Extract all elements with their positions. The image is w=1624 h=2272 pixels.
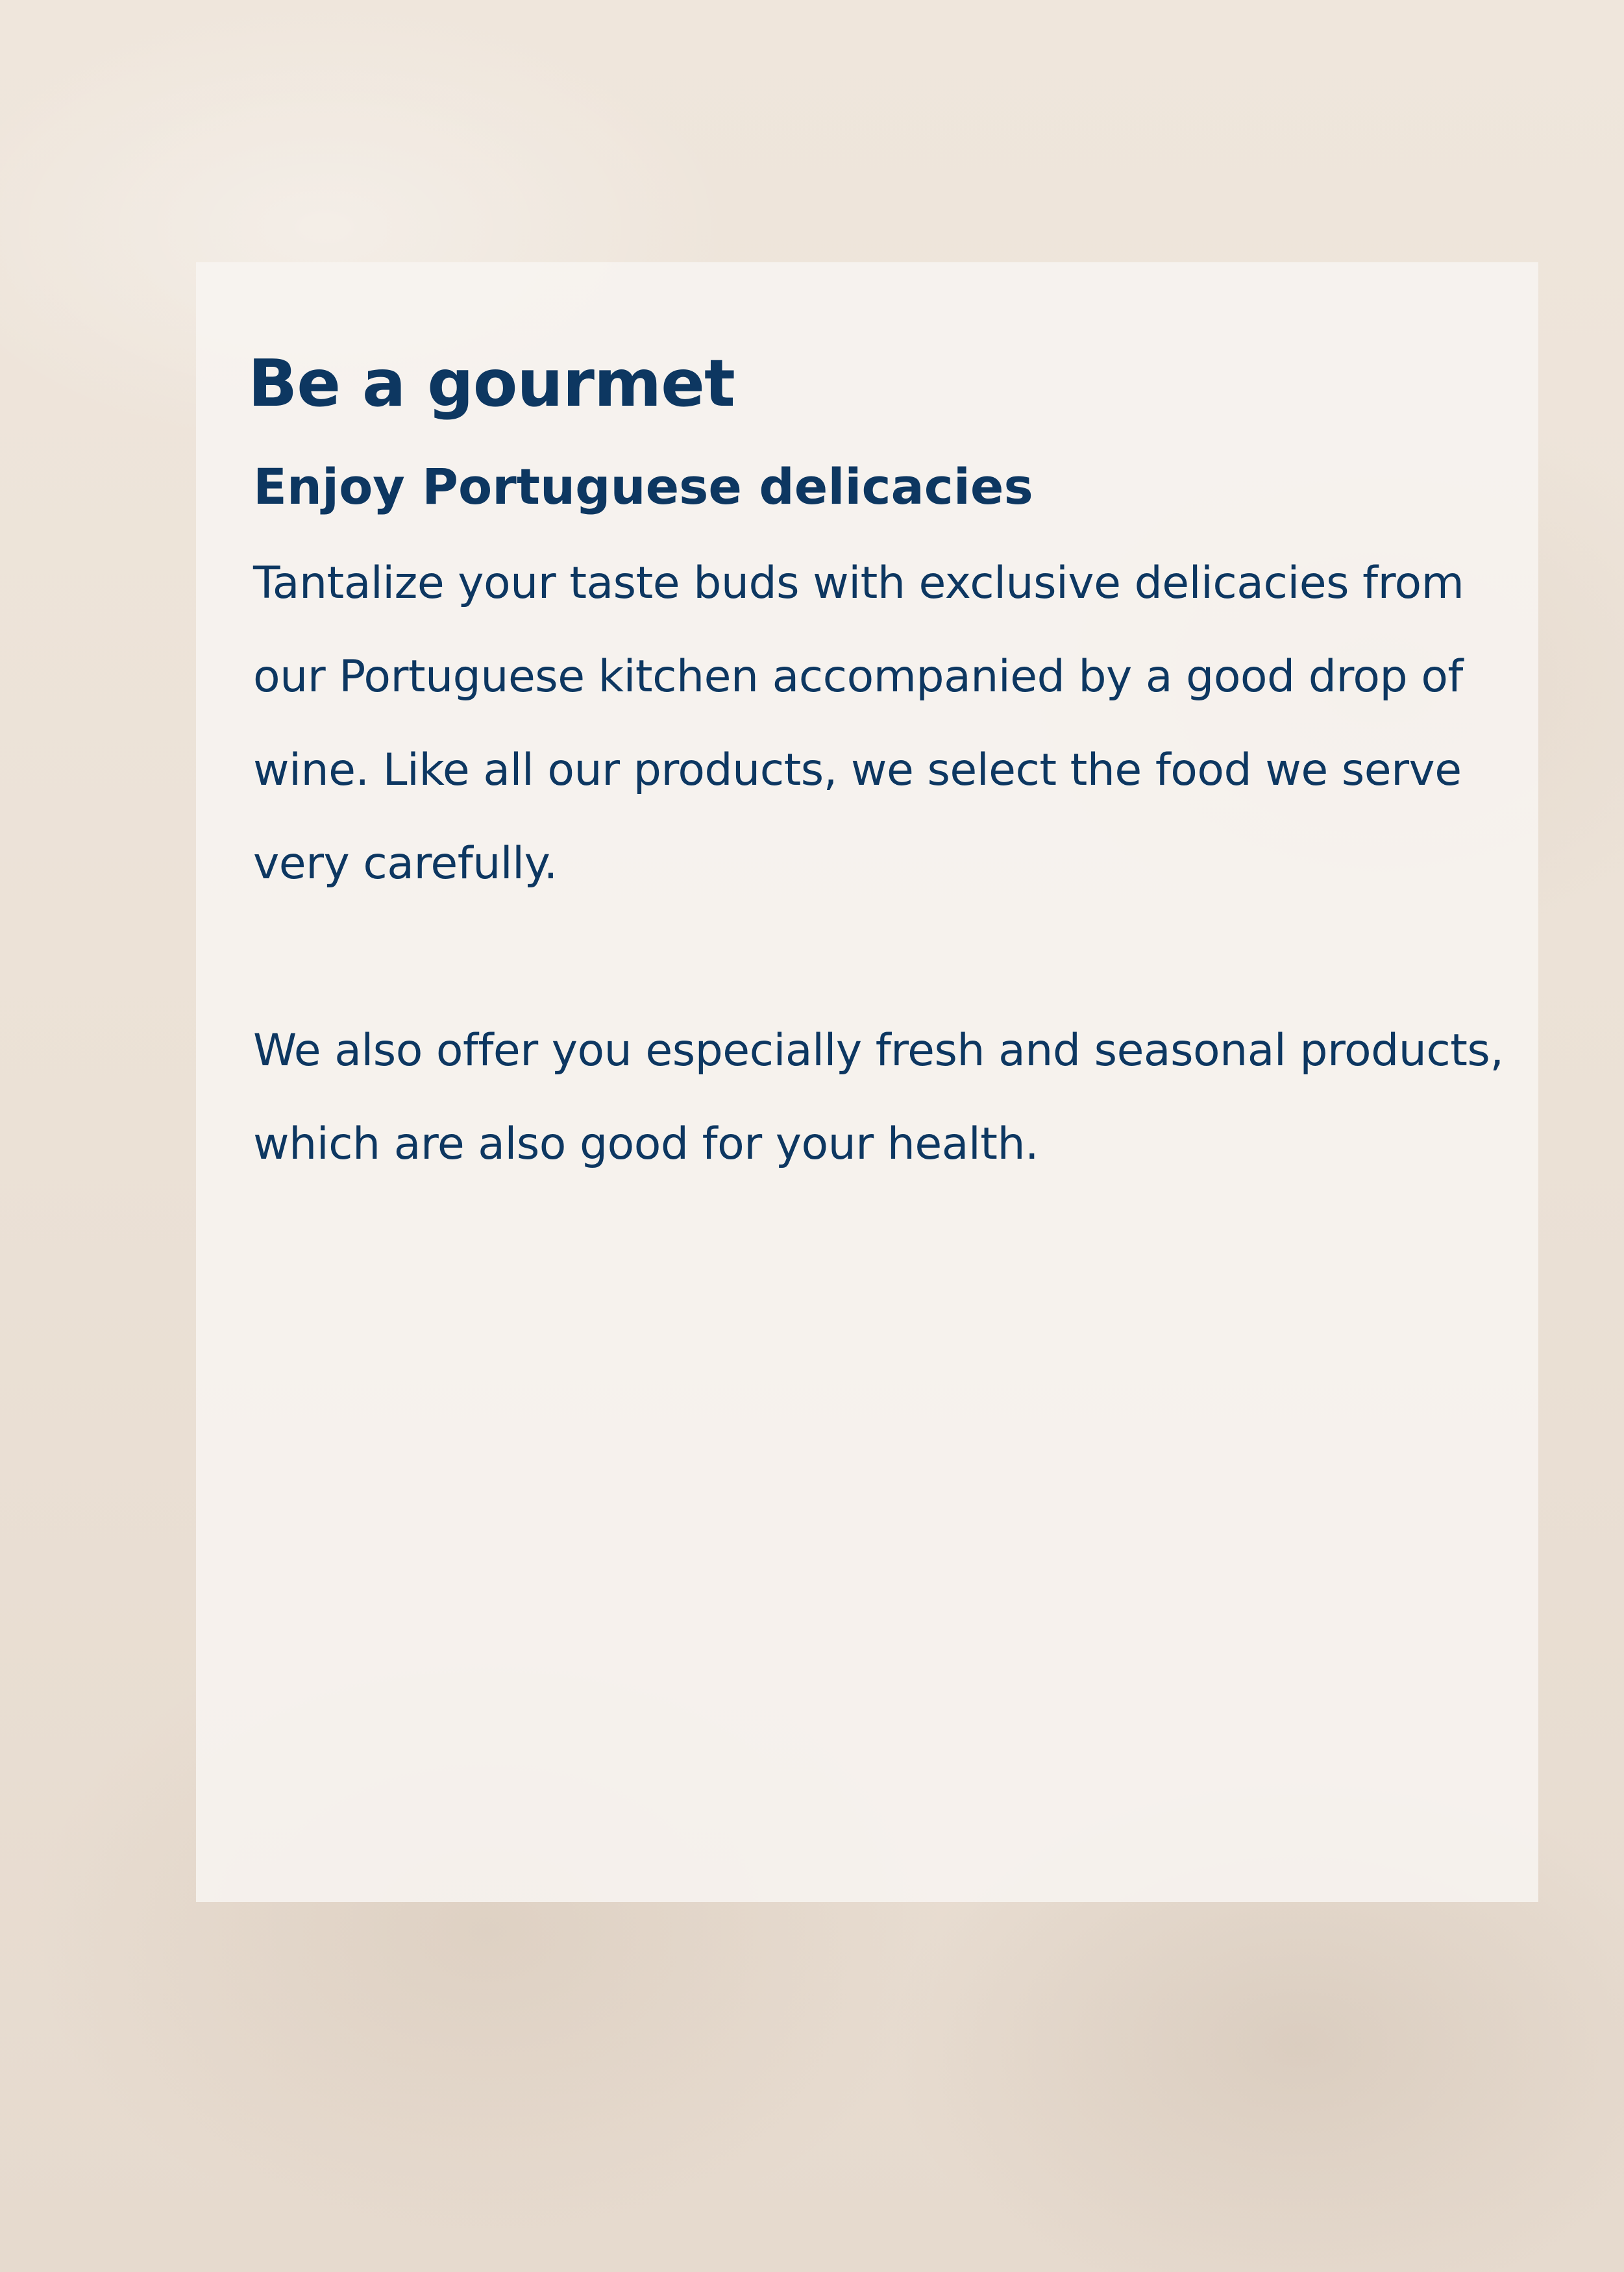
paragraph-intro: Tantalize your taste buds with exclusive… bbox=[253, 558, 1464, 890]
paragraph-seasonal: We also offer you especially fresh and s… bbox=[253, 1025, 1504, 1170]
body-text: Tantalize your taste buds with exclusive… bbox=[253, 537, 1506, 1191]
content-card: Be a gourmet Enjoy Portuguese delicacies… bbox=[196, 262, 1538, 1902]
page-title: Be a gourmet bbox=[248, 345, 735, 421]
page-subtitle: Enjoy Portuguese delicacies bbox=[253, 458, 1033, 515]
